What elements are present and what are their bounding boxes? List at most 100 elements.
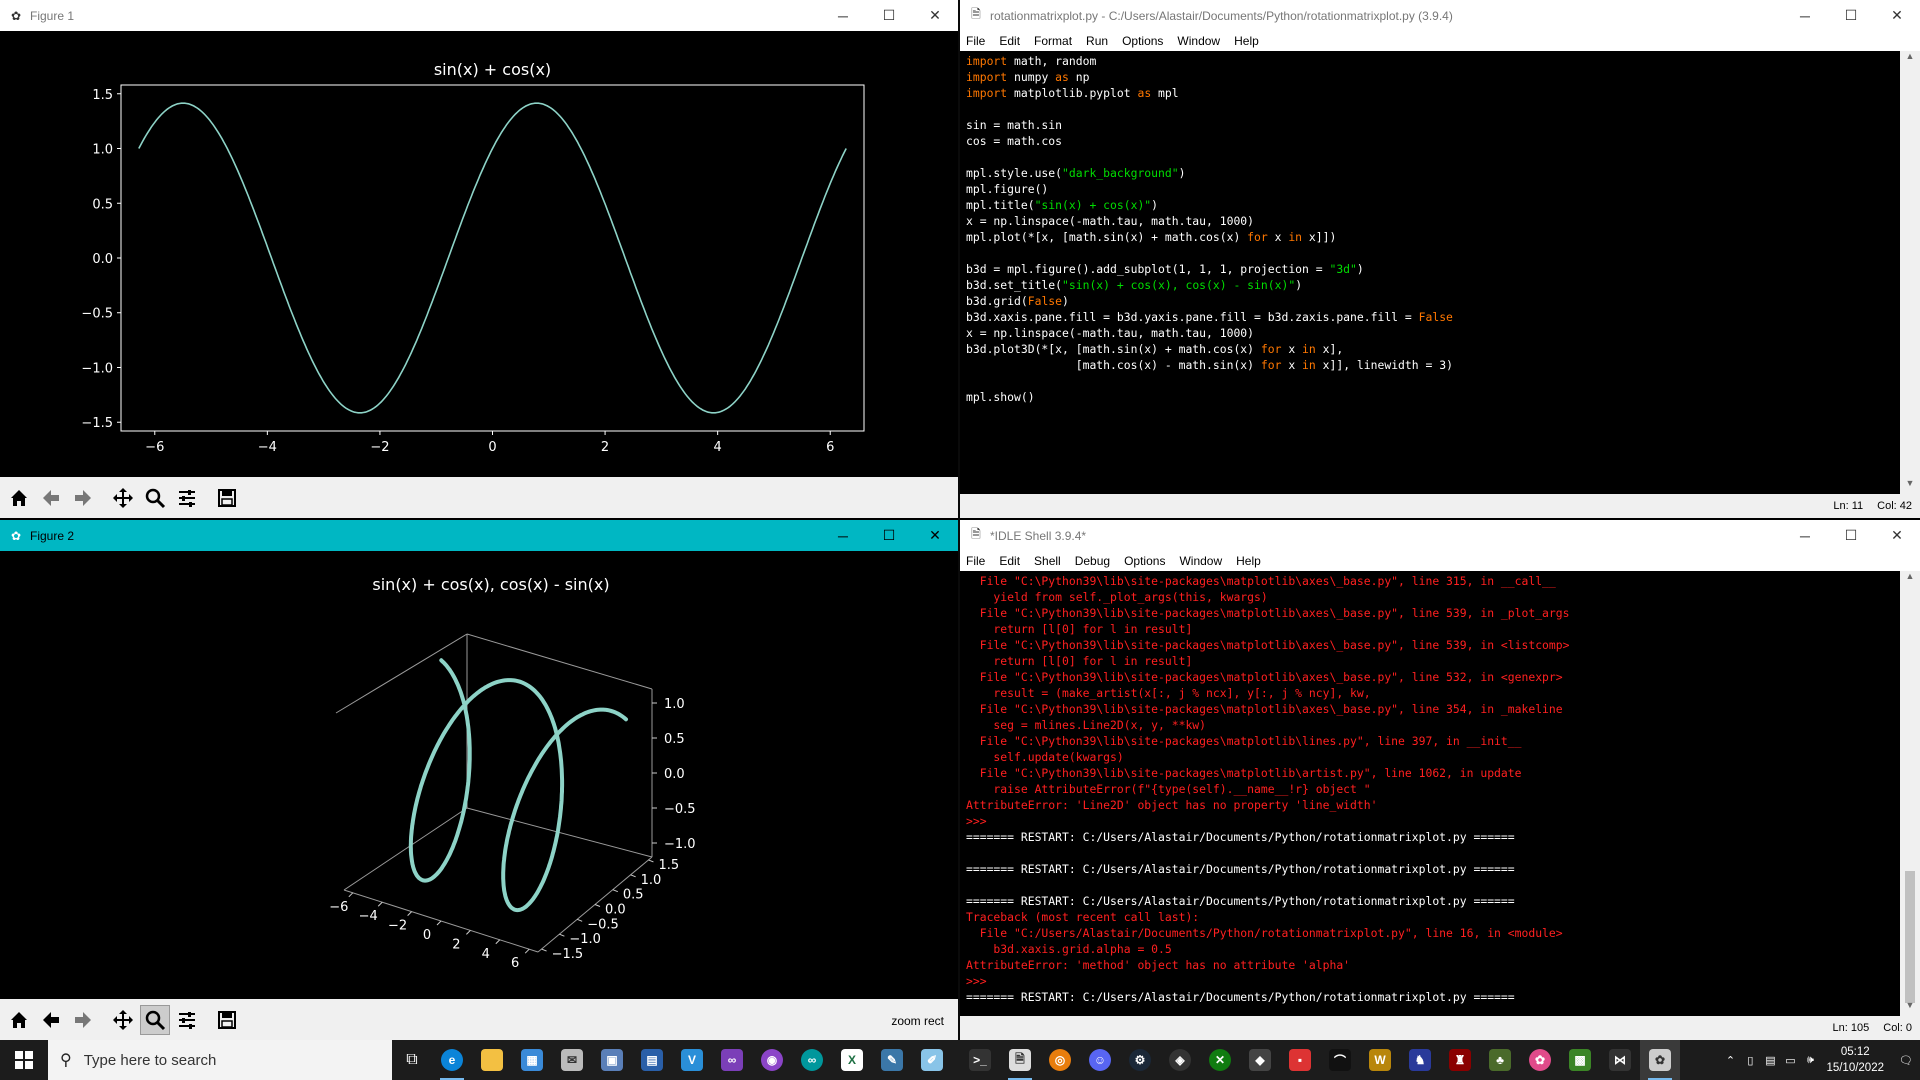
epic-games-icon[interactable]: ◆ xyxy=(1240,1040,1280,1080)
edge-icon[interactable]: e xyxy=(432,1040,472,1080)
scroll-thumb[interactable] xyxy=(1905,871,1915,1003)
game-icon-red[interactable]: ♜ xyxy=(1440,1040,1480,1080)
bird-icon[interactable]: ⌒ xyxy=(1320,1040,1360,1080)
configure-subplots-icon[interactable] xyxy=(172,483,202,513)
menu-edit[interactable]: Edit xyxy=(999,34,1020,48)
menu-options[interactable]: Options xyxy=(1122,34,1163,48)
warcraft-icon[interactable]: W xyxy=(1360,1040,1400,1080)
store-icon[interactable]: ▦ xyxy=(512,1040,552,1080)
notepad-icon[interactable]: ✐ xyxy=(912,1040,952,1080)
home-icon[interactable] xyxy=(4,1005,34,1035)
shell-scrollbar[interactable]: ▲ ▼ xyxy=(1900,571,1920,1016)
figure2-canvas[interactable]: sin(x) + cos(x), cos(x) - sin(x) −6 −4 −2 0 2… xyxy=(0,551,958,999)
close-button[interactable]: ✕ xyxy=(1874,520,1920,551)
game-icon-green[interactable]: ♣ xyxy=(1480,1040,1520,1080)
editor-titlebar[interactable]: 🗎 rotationmatrixplot.py - C:/Users/Alast… xyxy=(960,0,1920,31)
github-icon[interactable]: ◉ xyxy=(752,1040,792,1080)
notifications-icon[interactable]: 🗨 xyxy=(1892,1054,1920,1067)
home-icon[interactable] xyxy=(4,483,34,513)
pan-icon[interactable] xyxy=(108,483,138,513)
maximize-button[interactable]: ☐ xyxy=(1828,520,1874,551)
paint-icon[interactable]: ✿ xyxy=(1520,1040,1560,1080)
minecraft-icon[interactable]: ▩ xyxy=(1560,1040,1600,1080)
volume-icon[interactable]: 🕪 xyxy=(1800,1054,1820,1067)
code-editor[interactable]: import math, random import numpy as np imp… xyxy=(960,51,1900,494)
blender-icon[interactable]: ◎ xyxy=(1040,1040,1080,1080)
editor-scrollbar[interactable]: ▲ ▼ xyxy=(1900,51,1920,494)
scroll-up-icon[interactable]: ▲ xyxy=(1900,51,1920,67)
minimize-button[interactable]: ─ xyxy=(820,520,866,551)
scroll-down-icon[interactable]: ▼ xyxy=(1900,478,1920,494)
unity-icon[interactable]: ◈ xyxy=(1160,1040,1200,1080)
minimize-button[interactable]: ─ xyxy=(820,0,866,31)
scroll-down-icon[interactable]: ▼ xyxy=(1900,1000,1920,1016)
menu-help[interactable]: Help xyxy=(1234,34,1259,48)
shell-output[interactable]: File "C:\Python39\lib\site-packages\matp… xyxy=(960,571,1900,1016)
menu-window[interactable]: Window xyxy=(1179,554,1222,568)
matplotlib-task-icon[interactable]: ✿ xyxy=(1640,1040,1680,1080)
close-button[interactable]: ✕ xyxy=(912,0,958,31)
maximize-button[interactable]: ☐ xyxy=(866,0,912,31)
battery-icon[interactable]: ▯ xyxy=(1740,1054,1760,1067)
maximize-button[interactable]: ☐ xyxy=(866,520,912,551)
zoom-icon[interactable] xyxy=(140,1004,170,1035)
menu-window[interactable]: Window xyxy=(1177,34,1220,48)
mail-icon[interactable]: ✉ xyxy=(552,1040,592,1080)
menu-edit[interactable]: Edit xyxy=(999,554,1020,568)
minimize-button[interactable]: ─ xyxy=(1782,520,1828,551)
menu-options[interactable]: Options xyxy=(1124,554,1165,568)
maximize-button[interactable]: ☐ xyxy=(1828,0,1874,31)
vs-code-icon[interactable]: V xyxy=(672,1040,712,1080)
editor-statusbar: Ln: 11 Col: 42 xyxy=(960,494,1920,518)
shell-titlebar[interactable]: 🗎 *IDLE Shell 3.9.4* ─ ☐ ✕ xyxy=(960,520,1920,551)
arduino-icon[interactable]: ∞ xyxy=(792,1040,832,1080)
close-button[interactable]: ✕ xyxy=(1874,0,1920,31)
back-arrow-icon[interactable] xyxy=(36,1005,66,1035)
forward-arrow-icon[interactable] xyxy=(68,1005,98,1035)
windows-start-icon[interactable] xyxy=(0,1040,48,1080)
taskbar-search-box[interactable]: ⚲ Type here to search xyxy=(48,1040,392,1080)
game-launcher-icon[interactable]: ▪ xyxy=(1280,1040,1320,1080)
figure2-window: ✿ Figure 2 ─ ☐ ✕ sin(x) + cos(x), cos(x)… xyxy=(0,520,958,1040)
configure-subplots-icon[interactable] xyxy=(172,1005,202,1035)
menu-file[interactable]: File xyxy=(966,554,985,568)
excel-icon[interactable]: X xyxy=(832,1040,872,1080)
scroll-up-icon[interactable]: ▲ xyxy=(1900,571,1920,587)
discord-icon[interactable]: ☺ xyxy=(1080,1040,1120,1080)
close-button[interactable]: ✕ xyxy=(912,520,958,551)
remote-desktop-icon[interactable]: ▤ xyxy=(632,1040,672,1080)
menu-format[interactable]: Format xyxy=(1034,34,1072,48)
menu-debug[interactable]: Debug xyxy=(1075,554,1110,568)
minimize-button[interactable]: ─ xyxy=(1782,0,1828,31)
tray-app-icon[interactable]: ▤ xyxy=(1760,1054,1780,1067)
save-icon[interactable] xyxy=(212,1005,242,1035)
editor-menubar: File Edit Format Run Options Window Help xyxy=(960,31,1920,51)
menu-run[interactable]: Run xyxy=(1086,34,1108,48)
x-tick-label: 0 xyxy=(423,928,431,943)
game-icon-blue[interactable]: ♞ xyxy=(1400,1040,1440,1080)
network-tool-icon[interactable]: ▣ xyxy=(592,1040,632,1080)
visual-studio-2-icon[interactable]: ⋈ xyxy=(1600,1040,1640,1080)
visual-studio-icon[interactable]: ∞ xyxy=(712,1040,752,1080)
save-icon[interactable] xyxy=(212,483,242,513)
back-arrow-icon[interactable] xyxy=(36,483,66,513)
task-view-icon[interactable]: ⧉ xyxy=(392,1040,432,1080)
file-explorer-icon[interactable] xyxy=(472,1040,512,1080)
menu-help[interactable]: Help xyxy=(1236,554,1261,568)
clock[interactable]: 05:12 15/10/2022 xyxy=(1826,1044,1884,1076)
figure1-canvas[interactable]: sin(x) + cos(x) −6 −4 −2 0 2 4 6 1.5 1.0 0.5 0.0 −0.… xyxy=(0,31,958,477)
steam-icon[interactable]: ⚙ xyxy=(1120,1040,1160,1080)
python-idle-icon[interactable]: ✎ xyxy=(872,1040,912,1080)
network-icon[interactable]: ▭ xyxy=(1780,1054,1800,1067)
forward-arrow-icon[interactable] xyxy=(68,483,98,513)
terminal-icon[interactable]: >_ xyxy=(960,1040,1000,1080)
menu-file[interactable]: File xyxy=(966,34,985,48)
figure1-titlebar[interactable]: ✿ Figure 1 ─ ☐ ✕ xyxy=(0,0,958,31)
tray-chevron-icon[interactable]: ⌃ xyxy=(1720,1054,1740,1067)
figure2-titlebar[interactable]: ✿ Figure 2 ─ ☐ ✕ xyxy=(0,520,958,551)
zoom-icon[interactable] xyxy=(140,483,170,513)
idle-editor-task-icon[interactable]: 🗎 xyxy=(1000,1040,1040,1080)
menu-shell[interactable]: Shell xyxy=(1034,554,1061,568)
xbox-icon[interactable]: ✕ xyxy=(1200,1040,1240,1080)
pan-icon[interactable] xyxy=(108,1005,138,1035)
